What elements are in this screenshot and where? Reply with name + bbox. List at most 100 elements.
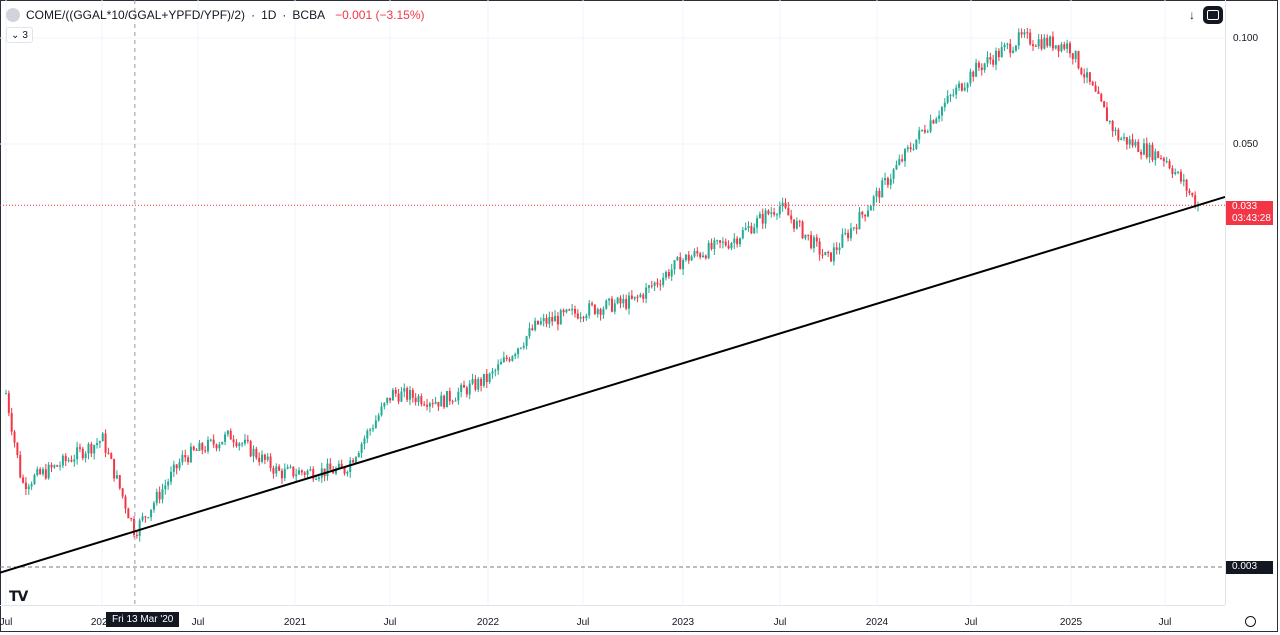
candle-body: [81, 448, 84, 459]
symbol-name[interactable]: COME/((GGAL*10/GGAL+YPFD/YPF)/2): [26, 8, 245, 22]
tradingview-logo[interactable]: TV: [9, 589, 28, 605]
candle-body: [534, 320, 537, 331]
candle-body: [565, 309, 568, 313]
candle-body: [849, 228, 852, 239]
candle-body: [610, 298, 613, 312]
arrow-down-button[interactable]: ↓: [1182, 6, 1202, 24]
candle-body: [1026, 32, 1029, 34]
candle-body: [471, 379, 474, 384]
candle-body: [665, 271, 668, 278]
candle-body: [292, 466, 295, 477]
candle-body: [559, 310, 562, 325]
candle-body: [1054, 45, 1057, 49]
candle-body: [1142, 143, 1145, 155]
candle-body: [952, 94, 955, 96]
candle-body: [946, 95, 949, 103]
gear-icon[interactable]: [1245, 616, 1256, 627]
candle-body: [591, 303, 594, 305]
candle-body: [457, 391, 460, 401]
candle-body: [454, 400, 457, 402]
candle-body: [22, 477, 25, 483]
candle-body: [938, 115, 941, 119]
candle-body: [869, 206, 872, 211]
exchange-label[interactable]: BCBA: [292, 8, 325, 22]
candle-body: [514, 354, 517, 357]
candle-body: [1117, 129, 1120, 140]
candle-body: [582, 317, 585, 319]
trendline: [0, 196, 1226, 574]
candle-body: [1037, 39, 1040, 47]
candle-body: [1068, 43, 1071, 54]
candle-body: [573, 308, 576, 314]
candle-body: [135, 534, 138, 536]
candle-body: [408, 390, 411, 400]
candle-body: [380, 406, 383, 416]
candle-body: [906, 147, 909, 150]
candle-body: [1108, 121, 1111, 123]
fullscreen-button[interactable]: [1203, 6, 1223, 24]
candle-body: [1171, 168, 1174, 174]
candle-body: [730, 243, 733, 249]
candle-body: [397, 393, 400, 402]
candle-body: [719, 240, 722, 243]
candle-body: [1031, 44, 1034, 46]
candle-body: [545, 318, 548, 324]
candle-body: [460, 384, 463, 392]
candle-body: [275, 466, 278, 474]
candle-body: [1046, 37, 1049, 46]
candle-body: [1114, 129, 1117, 132]
candle-body: [127, 508, 130, 519]
candle-body: [596, 309, 599, 314]
time-label: 2025: [1059, 617, 1083, 628]
candle-body: [1000, 47, 1003, 58]
candle-body: [115, 475, 118, 479]
symbol-legend[interactable]: COME/((GGAL*10/GGAL+YPFD/YPF)/2) · 1D · …: [6, 6, 425, 24]
candle-body: [647, 285, 650, 288]
time-label: 2024: [865, 617, 889, 628]
candle-body: [696, 251, 699, 254]
candle-body: [440, 395, 443, 407]
candle-body: [178, 462, 181, 469]
price-axis[interactable]: [1225, 0, 1279, 605]
candle-body: [201, 443, 204, 451]
time-axis[interactable]: [0, 605, 1225, 632]
interval-label[interactable]: 1D: [261, 8, 276, 22]
candle-body: [616, 297, 619, 304]
time-label: Jul: [576, 617, 590, 628]
candle-body: [130, 518, 133, 520]
candle-body: [721, 241, 724, 243]
candle-body: [212, 439, 215, 445]
crosshair-date-label: Fri 13 Mar '20: [106, 612, 180, 627]
candle-body: [963, 87, 966, 91]
candle-body: [1012, 50, 1015, 53]
candle-body: [713, 240, 716, 249]
candle-body: [406, 388, 409, 400]
candle-body: [59, 465, 62, 467]
candle-body: [33, 475, 36, 484]
candle-body: [1148, 144, 1151, 158]
candle-body: [835, 247, 838, 250]
candle-body: [736, 238, 739, 245]
candle-body: [266, 456, 269, 460]
candle-body: [326, 463, 329, 477]
candle-body: [1125, 137, 1128, 145]
last-price-value: 0.033: [1232, 201, 1258, 212]
bar-countdown: 03:43:28: [1232, 213, 1271, 224]
candle-body: [172, 464, 175, 472]
candle-body: [568, 309, 571, 311]
price-chart[interactable]: [0, 0, 1280, 635]
candle-body: [426, 404, 429, 407]
indicators-collapse-button[interactable]: ⌄ 3: [6, 27, 33, 43]
candle-body: [1003, 44, 1006, 48]
hline-price-value: 0.003: [1232, 561, 1258, 572]
hline-price-tag: 0.003: [1226, 561, 1273, 574]
candle-body: [571, 308, 574, 311]
candle-body: [1063, 44, 1066, 49]
candle-body: [16, 442, 19, 455]
candle-body: [793, 219, 796, 229]
candle-body: [1017, 32, 1020, 46]
candle-body: [878, 190, 881, 198]
candle-body: [1049, 36, 1052, 46]
candle-body: [309, 469, 312, 471]
candle-body: [505, 357, 508, 360]
